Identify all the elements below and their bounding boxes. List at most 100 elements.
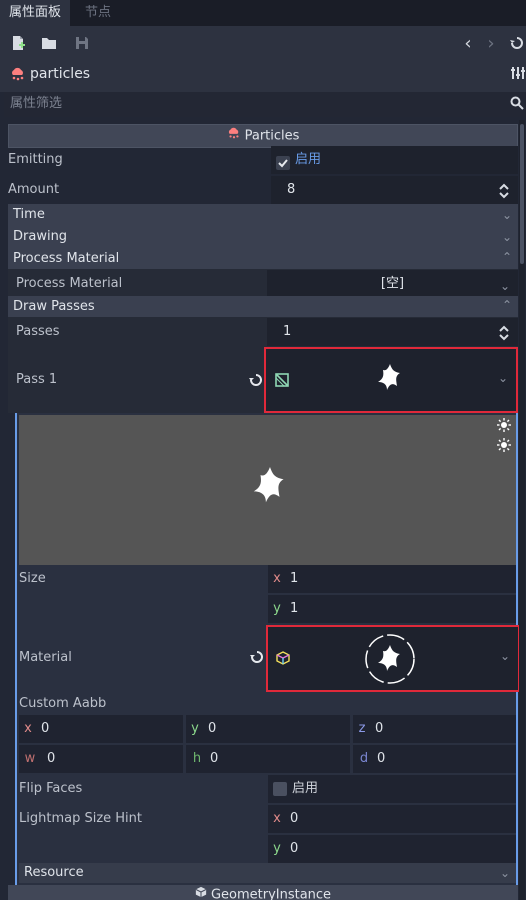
flip-faces-label: Flip Faces: [19, 781, 83, 796]
amount-label: Amount: [8, 182, 60, 197]
aabb-x-value: 0: [41, 721, 50, 736]
mesh-preview: [19, 415, 516, 565]
light-2-toggle-icon[interactable]: [497, 438, 511, 456]
process-material-picker[interactable]: [空] ⌄: [267, 270, 518, 298]
spinner-arrows-icon[interactable]: [498, 324, 510, 341]
chevron-down-icon: ⌄: [501, 230, 512, 244]
aabb-d-field[interactable]: d 0: [353, 745, 516, 773]
amount-value: 8: [287, 182, 296, 197]
axis-y-label: y: [273, 601, 281, 616]
tab-node[interactable]: 节点: [76, 0, 120, 26]
lightmap-y-value: 0: [290, 841, 299, 856]
section-resource-label: Resource: [24, 865, 84, 880]
particles-node-icon: [10, 67, 26, 81]
history-forward-icon[interactable]: ›: [482, 35, 500, 53]
size-y-value: 1: [290, 601, 299, 616]
chevron-up-icon: ⌃: [501, 298, 512, 312]
size-x-field[interactable]: x 1: [268, 565, 516, 593]
object-tools-icon[interactable]: [509, 65, 526, 83]
property-amount: Amount 8: [8, 175, 518, 205]
size-label: Size: [19, 571, 46, 586]
aabb-d-value: 0: [377, 751, 386, 766]
aabb-w-field[interactable]: w 0: [19, 745, 183, 773]
passes-spinbox[interactable]: 1: [267, 318, 518, 346]
pass-1-label: Pass 1: [16, 372, 58, 387]
revert-icon[interactable]: [250, 650, 264, 668]
aabb-y-value: 0: [208, 721, 217, 736]
cube-icon: [195, 885, 207, 900]
passes-label: Passes: [16, 324, 60, 339]
material-label: Material: [19, 650, 72, 665]
section-time[interactable]: Time ⌄: [8, 204, 518, 226]
size-y-field[interactable]: y 1: [268, 595, 516, 623]
process-material-label: Process Material: [16, 276, 123, 291]
custom-aabb-label: Custom Aabb: [19, 696, 107, 711]
material-resource-picker[interactable]: ⌄: [266, 625, 520, 692]
chevron-up-icon: ⌃: [501, 250, 512, 264]
emitting-checkbox[interactable]: 启用: [271, 146, 518, 174]
spinner-arrows-icon[interactable]: [498, 182, 510, 199]
chevron-down-icon: ⌄: [501, 208, 512, 222]
property-emitting: Emitting 启用: [8, 145, 518, 175]
aabb-h-field[interactable]: h 0: [186, 745, 350, 773]
section-drawing-label: Drawing: [13, 229, 68, 244]
size-x-value: 1: [290, 571, 299, 586]
chevron-down-icon: ⌄: [497, 371, 508, 385]
section-drawing[interactable]: Drawing ⌄: [8, 226, 518, 248]
inspector-toolbar: ‹ › particles: [0, 26, 526, 92]
axis-x-label: x: [273, 571, 281, 586]
history-back-icon[interactable]: ‹: [459, 35, 477, 53]
axis-z-label: z: [358, 721, 366, 736]
save-icon[interactable]: [73, 35, 91, 53]
sub-resource-panel: Size x 1 y 1 Material ⌄ Custom Aabb x 0 …: [15, 413, 520, 885]
aabb-z-field[interactable]: z 0: [353, 715, 516, 743]
revert-icon[interactable]: [249, 373, 263, 391]
category-header-geometry-instance: GeometryInstance: [8, 885, 518, 900]
open-folder-icon[interactable]: [40, 35, 58, 53]
section-time-label: Time: [13, 207, 45, 222]
aabb-z-value: 0: [375, 721, 384, 736]
axis-y-label: y: [273, 841, 281, 856]
property-process-material: Process Material [空] ⌄: [8, 269, 518, 299]
section-draw-passes[interactable]: Draw Passes ⌃: [8, 296, 518, 318]
chevron-down-icon: ⌄: [499, 866, 510, 880]
inspector-scrollbar[interactable]: [519, 120, 525, 900]
search-icon: [510, 96, 524, 114]
tab-inspector[interactable]: 属性面板: [0, 0, 71, 26]
object-name[interactable]: particles: [30, 64, 90, 84]
checkbox-unchecked-icon: [273, 782, 287, 800]
geometry-header-label: GeometryInstance: [210, 887, 332, 900]
axis-y-label: y: [191, 721, 199, 736]
new-resource-icon[interactable]: [9, 35, 27, 53]
flip-faces-checkbox[interactable]: 启用: [268, 775, 516, 803]
section-draw-passes-label: Draw Passes: [13, 299, 95, 314]
light-1-toggle-icon[interactable]: [497, 418, 511, 436]
aabb-w-value: 0: [47, 751, 56, 766]
section-process-material[interactable]: Process Material ⌃: [8, 248, 518, 270]
particle-texture-preview-icon: [376, 362, 404, 398]
aabb-y-field[interactable]: y 0: [186, 715, 350, 743]
lightmap-size-hint-label: Lightmap Size Hint: [19, 811, 142, 826]
pass-1-resource-picker[interactable]: ⌄: [264, 347, 518, 413]
particles-icon: [227, 125, 241, 147]
property-filter-input[interactable]: 属性筛选: [4, 92, 526, 117]
aabb-x-field[interactable]: x 0: [19, 715, 183, 743]
material-icon: [276, 651, 290, 669]
flip-faces-check-label: 启用: [292, 781, 319, 796]
lightmap-y-field[interactable]: y 0: [268, 835, 516, 863]
axis-d-label: d: [359, 751, 369, 766]
aabb-h-value: 0: [210, 751, 219, 766]
amount-spinbox[interactable]: 8: [271, 176, 518, 204]
section-resource[interactable]: Resource ⌄: [19, 863, 516, 883]
scrollbar-thumb[interactable]: [520, 124, 524, 264]
object-history-icon[interactable]: [508, 35, 526, 53]
mesh-preview-image-icon: [251, 463, 289, 513]
emitting-label: Emitting: [8, 152, 63, 167]
emitting-check-label: 启用: [295, 152, 322, 167]
passes-value: 1: [283, 324, 292, 339]
particles-header-label: Particles: [244, 128, 300, 144]
lightmap-x-value: 0: [290, 811, 299, 826]
lightmap-x-field[interactable]: x 0: [268, 805, 516, 833]
axis-w-label: w: [24, 751, 36, 766]
mesh-icon: [275, 373, 289, 391]
